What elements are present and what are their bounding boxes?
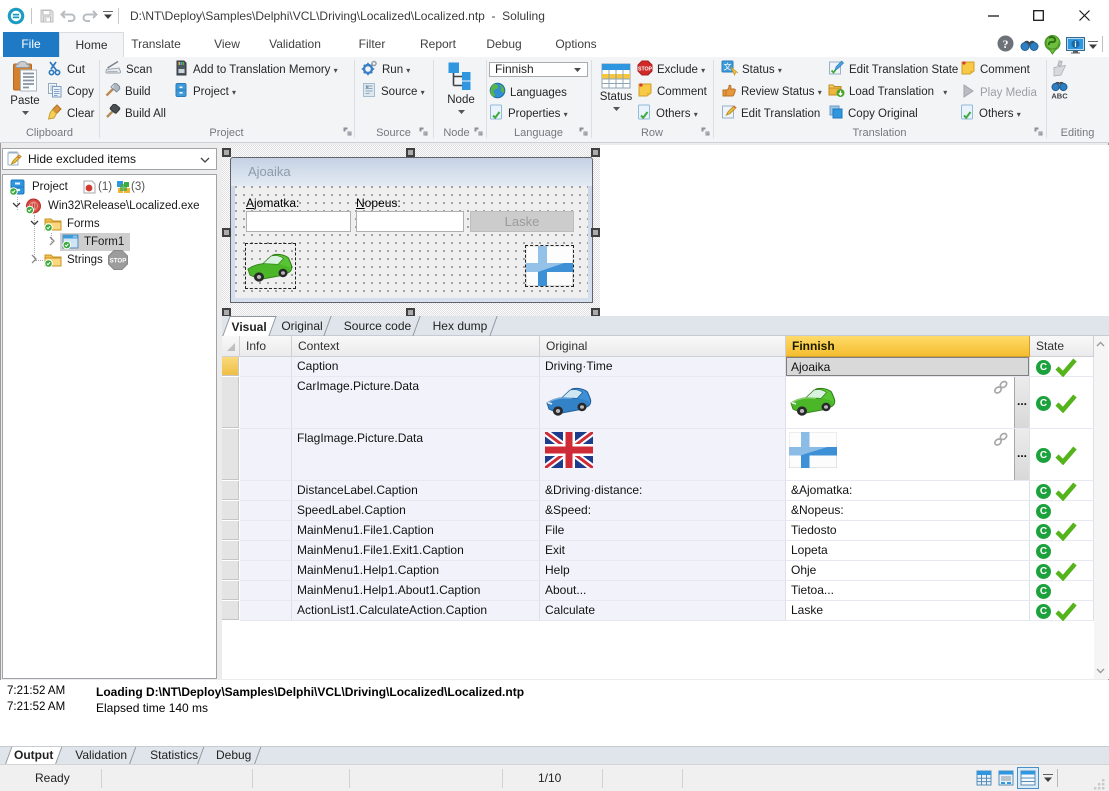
svg-text:?: ? (1003, 37, 1009, 51)
svg-text:文: 文 (724, 62, 732, 72)
svg-text:STOP: STOP (638, 67, 653, 73)
svg-text:ABC: ABC (1051, 92, 1068, 101)
svg-text:i: i (1074, 40, 1076, 49)
svg-text:STOP: STOP (110, 258, 127, 265)
